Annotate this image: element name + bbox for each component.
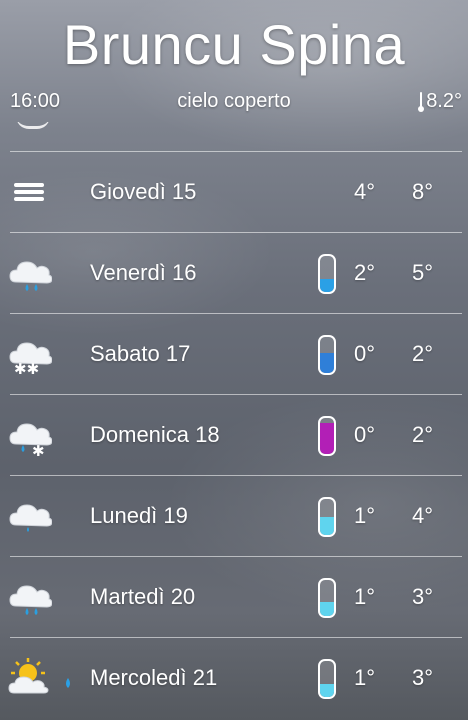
forecast-row[interactable]: Giovedì 15 4° 8°: [0, 151, 468, 232]
max-temperature: 2°: [412, 341, 434, 366]
current-temperature-value: 8.2°: [426, 90, 462, 112]
row-divider: [10, 151, 462, 152]
row-divider: [10, 313, 462, 314]
forecast-row[interactable]: Martedì 20 1° 3°: [0, 556, 468, 637]
precipitation-gauge-fill: [320, 684, 334, 697]
min-temperature: 4°: [354, 179, 376, 204]
forecast-row[interactable]: Venerdì 16 2° 5°: [0, 232, 468, 313]
max-temperature: 8°: [412, 179, 434, 204]
current-temperature: 8.2°: [418, 90, 462, 113]
cloud-snow-icon: ✱✱: [6, 333, 53, 378]
svg-text:✱: ✱: [32, 442, 45, 456]
scrolled-row-fragment: [0, 122, 468, 152]
min-temperature: 0°: [354, 341, 376, 366]
day-label: Giovedì 15: [90, 179, 197, 204]
cloud-rain-icon: [6, 576, 53, 618]
precipitation-gauge: [318, 335, 336, 375]
fog-icon: [6, 171, 52, 213]
precipitation-gauge-fill: [320, 517, 334, 535]
cloud-drizzle-icon: [6, 495, 53, 537]
day-label: Venerdì 16: [90, 260, 197, 285]
day-label: Martedì 20: [90, 584, 196, 609]
max-temperature: 3°: [412, 665, 434, 690]
min-temperature: 0°: [354, 422, 376, 447]
day-label: Mercoledì 21: [90, 665, 218, 690]
svg-text:✱✱: ✱✱: [14, 360, 39, 375]
row-divider: [10, 394, 462, 395]
current-condition: cielo coperto: [177, 90, 291, 112]
max-temperature: 3°: [412, 584, 434, 609]
forecast-row[interactable]: Mercoledì 21 1° 3°: [0, 637, 468, 718]
thermometer-icon: [418, 91, 425, 112]
precipitation-gauge-fill: [320, 423, 334, 454]
forecast-row[interactable]: ✱✱ Sabato 17 0° 2°: [0, 313, 468, 394]
forecast-list[interactable]: Giovedì 15 4° 8° Venerdì 16 2° 5° ✱✱ Sabato 17 0…: [0, 151, 468, 718]
day-label: Lunedì 19: [90, 503, 188, 528]
sun-cloud-icon: [6, 657, 52, 699]
precipitation-gauge: [318, 659, 336, 699]
day-label: Domenica 18: [90, 422, 220, 447]
precipitation-gauge: [318, 416, 336, 456]
cloud-sleet-icon: ✱: [6, 414, 53, 460]
min-temperature: 2°: [354, 260, 376, 285]
min-temperature: 1°: [354, 584, 376, 609]
row-divider: [10, 232, 462, 233]
location-title: Bruncu Spina: [62, 13, 406, 76]
cloud-rain-icon: [6, 252, 53, 294]
precipitation-gauge: [318, 578, 336, 618]
min-temperature: 1°: [354, 665, 376, 690]
max-temperature: 4°: [412, 503, 434, 528]
row-divider: [10, 475, 462, 476]
precipitation-gauge-fill: [320, 601, 334, 616]
precipitation-gauge-fill: [320, 279, 334, 292]
raindrop-icon: [64, 675, 72, 688]
forecast-row[interactable]: Lunedì 19 1° 4°: [0, 475, 468, 556]
row-divider: [10, 556, 462, 557]
max-temperature: 2°: [412, 422, 434, 447]
min-temperature: 1°: [354, 503, 376, 528]
day-label: Sabato 17: [90, 341, 191, 366]
forecast-row[interactable]: ✱ Domenica 18 0° 2°: [0, 394, 468, 475]
precipitation-gauge: [318, 497, 336, 537]
precipitation-gauge-fill: [320, 353, 334, 373]
header: Bruncu Spina 16:00 cielo coperto 8.2°: [0, 0, 468, 122]
precipitation-gauge: [318, 254, 336, 294]
max-temperature: 5°: [412, 260, 434, 285]
row-divider: [10, 637, 462, 638]
weather-icon: [16, 122, 50, 129]
